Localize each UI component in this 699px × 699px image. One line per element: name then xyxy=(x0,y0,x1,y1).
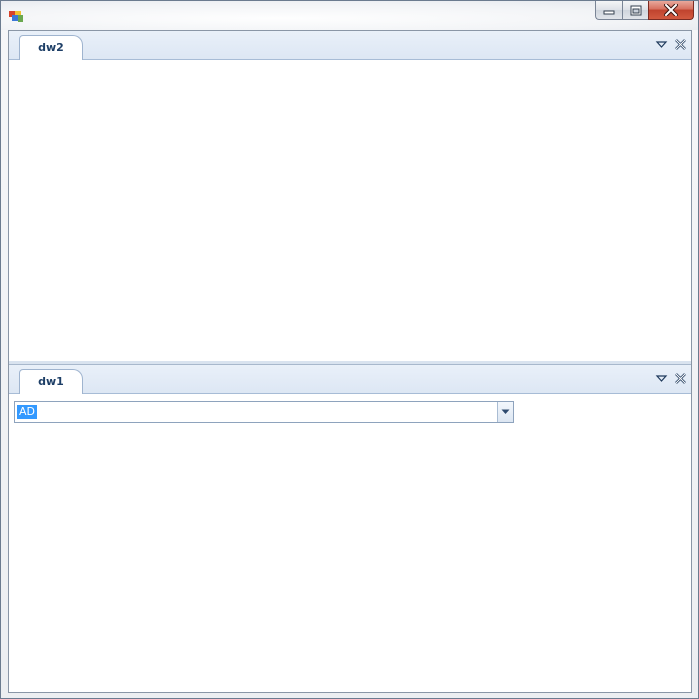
tabstrip-dw2: dw2 xyxy=(9,31,691,60)
combo-selected-text[interactable]: AD xyxy=(17,405,37,419)
close-panel-icon[interactable] xyxy=(674,38,687,51)
tab-dw2[interactable]: dw2 xyxy=(19,35,83,60)
application-window: dw2 dw1 AD xyxy=(0,0,699,699)
dropdown-arrow-icon[interactable] xyxy=(655,372,668,385)
panel-tools-dw1 xyxy=(655,372,687,385)
close-panel-icon[interactable] xyxy=(674,372,687,385)
close-button[interactable] xyxy=(648,1,694,20)
minimize-button[interactable] xyxy=(595,1,622,20)
title-bar[interactable] xyxy=(1,1,698,30)
close-icon xyxy=(664,4,678,16)
tab-dw1[interactable]: dw1 xyxy=(19,369,83,394)
dropdown-arrow-icon[interactable] xyxy=(655,38,668,51)
dock-panel-dw1: dw1 AD xyxy=(9,364,691,692)
dock-panel-dw2: dw2 xyxy=(9,31,691,363)
combo-box[interactable]: AD xyxy=(14,401,514,423)
caption-buttons xyxy=(595,1,694,21)
app-icon xyxy=(9,11,23,22)
restore-icon xyxy=(630,5,641,15)
minimize-icon xyxy=(603,10,615,15)
tabstrip-dw1: dw1 xyxy=(9,365,691,394)
maximize-button[interactable] xyxy=(622,1,648,20)
combo-dropdown-button[interactable] xyxy=(497,402,513,422)
dock-container: dw2 dw1 AD xyxy=(8,30,692,693)
chevron-down-icon xyxy=(501,409,510,414)
panel-tools-dw2 xyxy=(655,38,687,51)
